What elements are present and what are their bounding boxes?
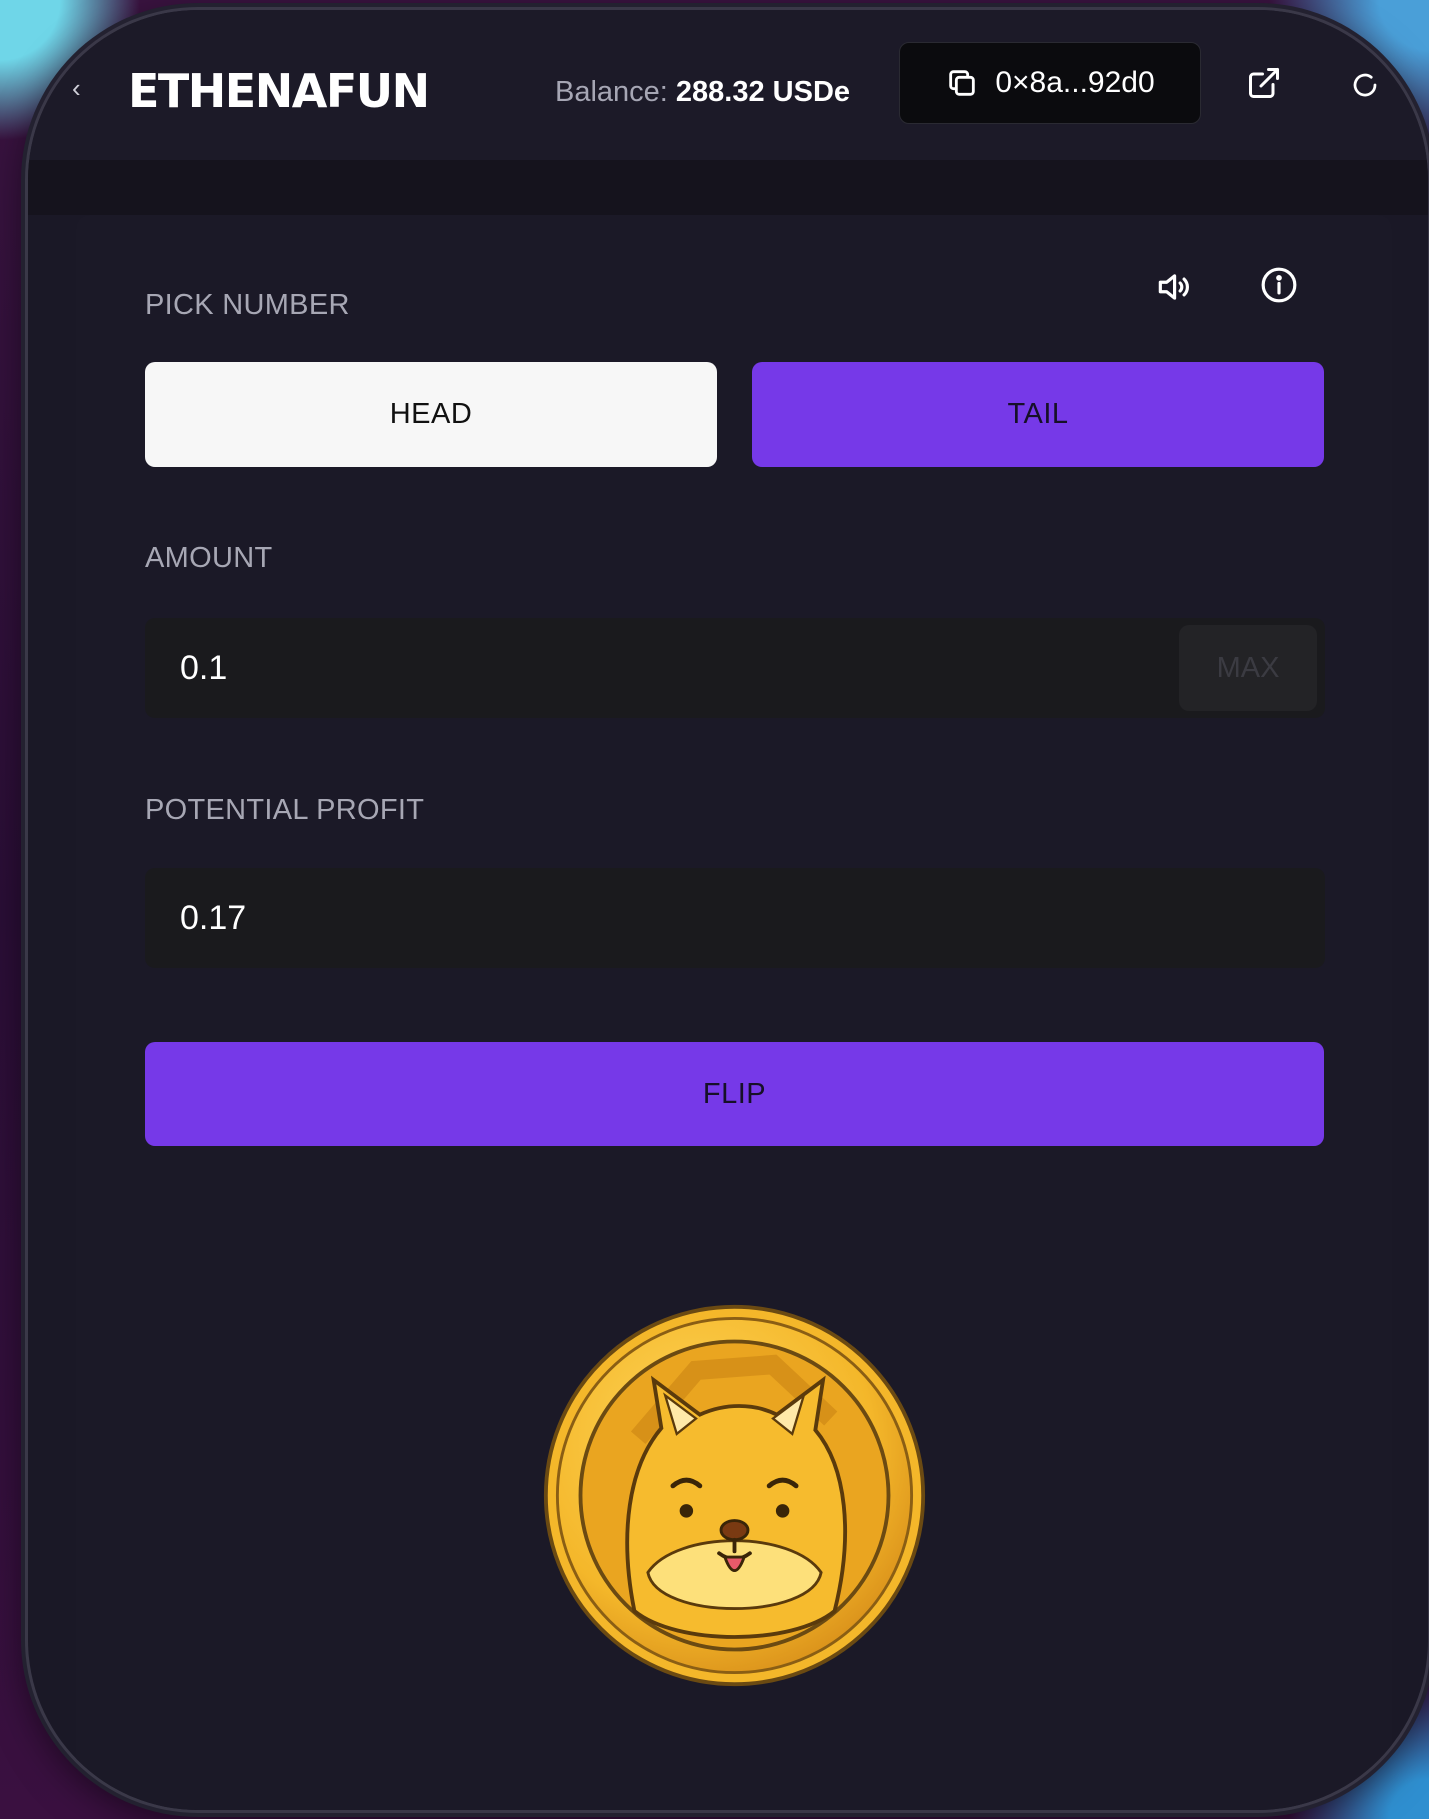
brand-logo[interactable]: ETHENAFUN	[128, 64, 430, 118]
flip-button[interactable]: FLIP	[145, 1042, 1324, 1146]
header-bar: ‹ ETHENAFUN Balance: 288.32 USDe 0×8a...…	[28, 10, 1428, 160]
coin-image	[543, 1304, 926, 1687]
max-button[interactable]: MAX	[1179, 625, 1317, 711]
header-divider	[28, 160, 1428, 215]
refresh-icon[interactable]	[1350, 70, 1380, 100]
amount-input[interactable]: 0.1 MAX	[145, 618, 1325, 718]
info-icon[interactable]	[1260, 266, 1298, 304]
wallet-address: 0×8a...92d0	[995, 66, 1155, 99]
pick-number-label: PICK NUMBER	[145, 289, 350, 321]
amount-value: 0.1	[180, 648, 228, 687]
tail-option-button[interactable]: TAIL	[752, 362, 1324, 467]
balance-label: Balance:	[555, 76, 668, 108]
external-link-icon[interactable]	[1246, 65, 1282, 101]
head-option-button[interactable]: HEAD	[145, 362, 717, 467]
balance-value: 288.32 USDe	[675, 76, 851, 108]
balance-display: Balance: 288.32 USDe	[555, 76, 850, 109]
wallet-address-button[interactable]: 0×8a...92d0	[899, 42, 1201, 124]
chevron-left-icon[interactable]: ‹	[72, 75, 84, 101]
potential-profit-label: POTENTIAL PROFIT	[145, 794, 425, 826]
profit-value: 0.17	[180, 898, 247, 937]
copy-icon	[949, 70, 976, 96]
potential-profit-field: 0.17	[145, 868, 1325, 968]
volume-icon[interactable]	[1154, 268, 1192, 306]
amount-label: AMOUNT	[145, 542, 273, 574]
